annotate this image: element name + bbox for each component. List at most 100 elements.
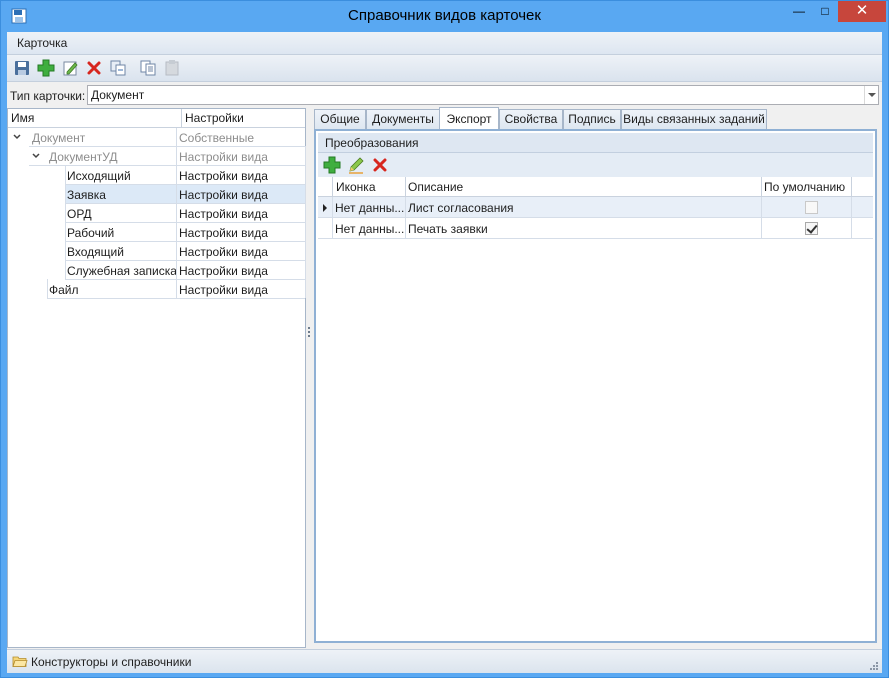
close-button[interactable]: ✕ (838, 1, 886, 22)
client-area: Карточка Тип карточки: Документ Имя Наст… (7, 32, 882, 673)
table-row[interactable]: Нет данны... Лист согласования (318, 197, 873, 218)
tree-row-name: Рабочий (67, 226, 115, 240)
tree-row-name: Заявка (67, 188, 106, 202)
maximize-button[interactable]: □ (812, 1, 838, 22)
column-header-default[interactable]: По умолчанию (764, 180, 845, 194)
window-title: Справочник видов карточек (348, 7, 541, 24)
grid-line (405, 197, 406, 218)
resize-grip-icon[interactable] (869, 661, 879, 671)
tree-row[interactable]: Исходящий Настройки вида (8, 166, 305, 185)
tab-documents[interactable]: Документы (366, 109, 440, 130)
tree-row-settings: Настройки вида (179, 207, 268, 221)
tree-row[interactable]: Файл Настройки вида (8, 280, 305, 299)
grid-line (332, 197, 333, 218)
tree-row-selected[interactable]: Заявка Настройки вида (8, 185, 305, 204)
default-checkbox[interactable] (805, 222, 818, 235)
tree-row[interactable]: ОРД Настройки вида (8, 204, 305, 223)
paste-icon (165, 60, 179, 76)
menu-item-card[interactable]: Карточка (17, 36, 67, 50)
grid-line (176, 128, 177, 299)
grid-line (405, 218, 406, 239)
tab-linked-task-types[interactable]: Виды связанных заданий (621, 109, 767, 130)
cell-icon[interactable]: Нет данны... (335, 201, 405, 215)
column-separator[interactable] (761, 177, 762, 197)
grid-line (761, 197, 762, 218)
column-header-icon[interactable]: Иконка (336, 180, 376, 194)
grid-line (65, 184, 305, 185)
cell-description[interactable]: Лист согласования (408, 201, 514, 215)
tree-row[interactable]: ДокументУД Настройки вида (8, 147, 305, 166)
grid-line (851, 197, 852, 218)
copy-icon (140, 60, 156, 76)
cell-icon[interactable]: Нет данны... (335, 222, 405, 236)
title-bar[interactable]: Справочник видов карточек — □ ✕ (1, 1, 888, 32)
tree-row-name: Файл (49, 283, 79, 297)
grid-line (65, 279, 305, 280)
column-separator[interactable] (851, 177, 852, 197)
grid-line (305, 146, 306, 298)
export-tab-panel: Преобразования Иконка Описание По умолча… (314, 129, 877, 643)
edit-icon (63, 61, 78, 76)
edit-transformation-button[interactable] (347, 156, 365, 174)
column-header-settings[interactable]: Настройки (185, 111, 244, 125)
add-button[interactable] (37, 59, 55, 77)
tree-row-settings: Настройки вида (179, 150, 268, 164)
tab-general[interactable]: Общие (314, 109, 366, 130)
copy-link-button[interactable] (109, 59, 127, 77)
copy-button[interactable] (139, 59, 157, 77)
tree-row-name: ДокументУД (49, 150, 118, 164)
grid-line (65, 222, 305, 223)
tree-row-settings: Настройки вида (179, 169, 268, 183)
tree-row[interactable]: Рабочий Настройки вида (8, 223, 305, 242)
column-header-description[interactable]: Описание (408, 180, 463, 194)
grid-line (65, 165, 66, 279)
edit-button[interactable] (61, 59, 79, 77)
default-checkbox[interactable] (805, 201, 818, 214)
tree-row-name: ОРД (67, 207, 92, 221)
save-button[interactable] (13, 59, 31, 77)
add-transformation-button[interactable] (323, 156, 341, 174)
column-separator[interactable] (332, 177, 333, 197)
grid-line (29, 165, 305, 166)
splitter-handle[interactable] (308, 327, 311, 341)
column-header-name[interactable]: Имя (11, 111, 34, 125)
tree-row[interactable]: Служебная записка Настройки вида (8, 261, 305, 280)
status-text[interactable]: Конструкторы и справочники (31, 655, 191, 669)
tree-row[interactable]: Документ Собственные (8, 128, 305, 147)
grid-header: Иконка Описание По умолчанию (318, 177, 873, 197)
grid-line (29, 146, 305, 147)
chevron-down-icon[interactable] (32, 152, 40, 160)
tab-signature[interactable]: Подпись (563, 109, 621, 130)
card-kinds-tree[interactable]: Имя Настройки Документ Собственные Докум… (7, 108, 306, 648)
tree-row-settings: Настройки вида (179, 226, 268, 240)
chevron-down-icon[interactable] (13, 133, 21, 141)
main-toolbar (7, 55, 882, 82)
paste-button[interactable] (163, 59, 181, 77)
column-separator[interactable] (181, 109, 182, 128)
copy-link-icon (110, 60, 126, 76)
card-type-combobox[interactable]: Документ (87, 85, 879, 105)
group-title: Преобразования (325, 136, 419, 150)
folder-icon (12, 656, 28, 667)
delete-transformation-button[interactable] (371, 156, 389, 174)
tree-row-settings: Настройки вида (179, 188, 268, 202)
grid-line (65, 241, 305, 242)
column-separator[interactable] (405, 177, 406, 197)
card-type-value: Документ (91, 88, 145, 102)
delete-icon (87, 61, 101, 75)
tab-properties[interactable]: Свойства (499, 109, 563, 130)
tree-row-settings: Собственные (179, 131, 255, 145)
save-icon (15, 61, 29, 75)
current-row-indicator (323, 204, 327, 212)
tree-row-name: Служебная записка (67, 264, 177, 278)
chevron-down-icon[interactable] (864, 86, 878, 104)
cell-description[interactable]: Печать заявки (408, 222, 488, 236)
table-row[interactable]: Нет данны... Печать заявки (318, 218, 873, 239)
minimize-button[interactable]: — (786, 1, 812, 22)
tree-row-settings: Настройки вида (179, 245, 268, 259)
tab-export[interactable]: Экспорт (439, 107, 499, 131)
tree-header: Имя Настройки (8, 109, 305, 128)
tree-row-name: Документ (32, 131, 86, 145)
delete-button[interactable] (85, 59, 103, 77)
tree-row[interactable]: Входящий Настройки вида (8, 242, 305, 261)
